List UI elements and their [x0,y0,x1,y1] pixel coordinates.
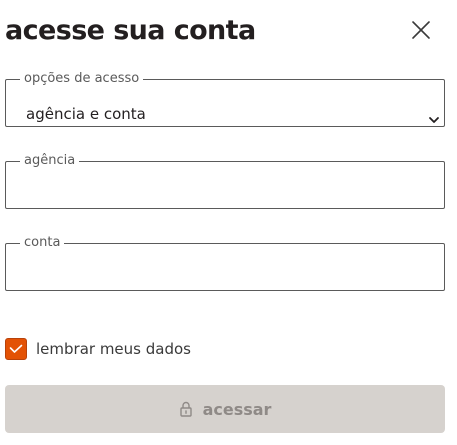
login-modal: acesse sua conta opções de acesso agênci… [0,0,457,445]
page-title: acesse sua conta [5,15,256,46]
access-options-value: agência e conta [26,105,146,123]
access-options-label: opções de acesso [24,71,140,86]
agency-input[interactable] [20,187,424,213]
remember-row: lembrar meus dados [5,337,191,361]
lock-icon [179,401,193,417]
chevron-down-icon [428,109,440,128]
agency-field: agência [5,153,445,213]
close-icon [412,21,430,39]
account-field: conta [5,235,445,295]
access-options-select[interactable]: opções de acesso agência e conta [5,71,445,127]
close-button[interactable] [410,19,432,41]
account-input[interactable] [20,269,424,295]
submit-label: acessar [202,399,272,419]
checkmark-icon [9,344,23,353]
remember-checkbox[interactable] [5,338,27,360]
submit-button[interactable]: acessar [5,385,445,433]
remember-label: lembrar meus dados [36,340,191,358]
agency-label: agência [24,153,76,168]
account-label: conta [24,235,61,250]
